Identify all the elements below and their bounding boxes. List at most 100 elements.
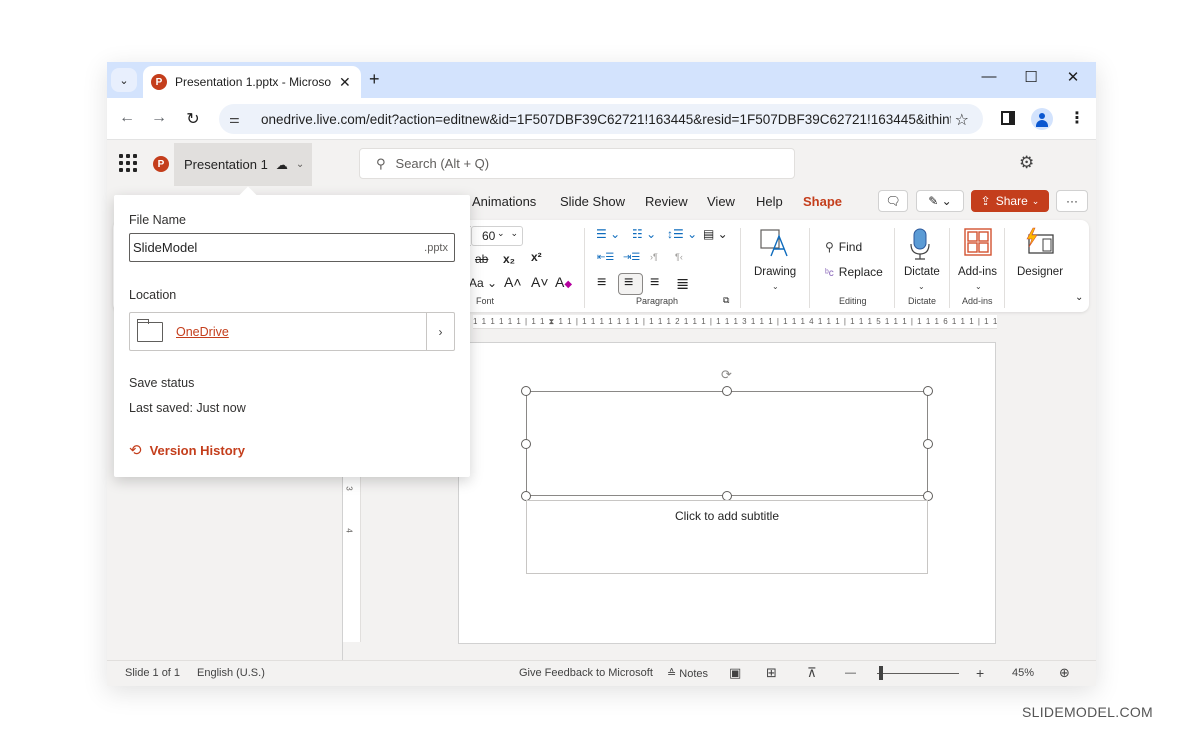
resize-handle[interactable] [722, 386, 732, 396]
share-icon: ⇪ [980, 194, 991, 208]
collapse-ribbon-icon[interactable]: ⌄ [1075, 292, 1083, 303]
zoom-out-button[interactable]: — [845, 667, 856, 679]
paragraph-launcher-icon[interactable]: ⧉ [723, 295, 729, 306]
more-options-button[interactable]: ··· [1056, 190, 1088, 212]
resize-handle[interactable] [521, 386, 531, 396]
reading-view-button[interactable]: ⊼ [807, 665, 817, 681]
increase-indent-button[interactable]: ⇥☰ [623, 252, 640, 263]
last-saved-text: Last saved: Just now [129, 401, 246, 415]
site-info-icon[interactable]: ⚌ [229, 112, 249, 126]
superscript-button[interactable]: x² [531, 250, 542, 264]
file-name-input[interactable]: SlideModel .pptx [129, 233, 455, 262]
side-panel-icon[interactable] [1001, 111, 1015, 125]
zoom-slider-track[interactable] [877, 673, 959, 674]
document-title-button[interactable]: Presentation 1 ☁ ⌄ [174, 143, 312, 186]
addins-label: Add-ins [958, 266, 997, 278]
zoom-slider-thumb[interactable] [879, 666, 884, 680]
drawing-icon [760, 229, 788, 257]
clear-formatting-button[interactable]: A◆ [555, 274, 572, 290]
onedrive-link[interactable]: OneDrive [176, 325, 426, 339]
resize-handle[interactable] [521, 439, 531, 449]
justify-button[interactable]: ≣ [676, 274, 689, 294]
line-spacing-button[interactable]: ↕☰ ⌄ [667, 227, 697, 241]
tab-slide-show[interactable]: Slide Show [560, 194, 625, 209]
tab-view[interactable]: View [707, 194, 735, 209]
file-extension: .pptx [424, 241, 448, 254]
forward-button[interactable]: → [149, 109, 169, 127]
align-left-button[interactable]: ≡ [597, 274, 606, 292]
subscript-button[interactable]: x₂ [503, 252, 515, 266]
tab-shape[interactable]: Shape [803, 194, 842, 209]
bullets-button[interactable]: ☰ ⌄ [596, 227, 620, 241]
zoom-in-button[interactable]: + [976, 665, 984, 681]
address-bar[interactable]: ⚌ onedrive.live.com/edit?action=editnew&… [219, 104, 983, 134]
ltr-button[interactable]: ›¶ [650, 252, 658, 262]
comments-button[interactable]: 🗨 [878, 190, 908, 212]
clear-formatting-icon: A [555, 274, 565, 290]
folder-icon [137, 318, 163, 342]
slide-sorter-button[interactable]: ⊞ [766, 665, 777, 681]
feedback-button[interactable]: Give Feedback to Microsoft [519, 667, 653, 679]
chevron-down-icon: ⌄ [119, 74, 129, 87]
browser-menu-icon[interactable]: ⋮ [1069, 108, 1085, 128]
bookmark-star-icon[interactable]: ☆ [955, 110, 969, 130]
drawing-label: Drawing [754, 266, 797, 278]
find-button[interactable]: ⚲ Find [825, 240, 862, 254]
horizontal-ruler[interactable]: 1 1 1 1 1 1 | 1 1 ⧗ 1 1 | 1 1 1 1 1 1 1 … [473, 315, 997, 329]
file-name-label: File Name [129, 213, 186, 227]
align-center-button[interactable]: ≡ [624, 274, 633, 292]
chevron-right-icon[interactable]: › [426, 313, 454, 350]
location-picker[interactable]: OneDrive › [129, 312, 455, 351]
tab-help[interactable]: Help [756, 194, 783, 209]
reload-button[interactable]: ↻ [183, 109, 203, 129]
numbering-button[interactable]: ☷ ⌄ [632, 227, 656, 241]
normal-view-button[interactable]: ▣ [729, 665, 741, 681]
version-history-link[interactable]: ⟲ Version History [129, 441, 245, 459]
font-size-dropdown[interactable]: 60 ⌄ [471, 226, 523, 246]
paragraph-group-label: Paragraph [636, 296, 679, 306]
editing-group-label: Editing [839, 296, 867, 306]
cloud-saved-icon: ☁ [275, 157, 288, 172]
text-direction-button[interactable]: ▤ ⌄ [703, 227, 728, 241]
tab-animations[interactable]: Animations [472, 194, 536, 209]
url-text[interactable]: onedrive.live.com/edit?action=editnew&id… [261, 112, 951, 127]
browser-title-bar: ⌄ P Presentation 1.pptx - Microsoft ✕ + … [107, 62, 1096, 98]
decrease-indent-button[interactable]: ⇤☰ [597, 252, 614, 263]
subtitle-placeholder[interactable]: Click to add subtitle [526, 500, 928, 574]
close-window-button[interactable]: ✕ [1061, 68, 1085, 86]
tab-search-button[interactable]: ⌄ [111, 68, 137, 92]
shrink-font-button[interactable]: A˅ [531, 274, 549, 290]
resize-handle[interactable] [923, 439, 933, 449]
share-button[interactable]: ⇪ Share ⌄ [971, 190, 1049, 212]
rotate-handle-icon[interactable]: ⟳ [721, 367, 732, 383]
office-header: P Presentation 1 ☁ ⌄ ⚲ Search (Alt + Q) … [107, 140, 1096, 188]
align-right-button[interactable]: ≡ [650, 274, 659, 292]
app-launcher-icon[interactable] [119, 154, 137, 172]
search-input[interactable]: ⚲ Search (Alt + Q) [359, 148, 795, 179]
resize-handle[interactable] [923, 386, 933, 396]
microphone-icon [910, 228, 930, 260]
language-button[interactable]: English (U.S.) [197, 667, 265, 679]
zoom-level[interactable]: 45% [1012, 667, 1034, 679]
notes-button[interactable]: ≙ Notes [667, 667, 708, 680]
close-tab-icon[interactable]: ✕ [339, 74, 351, 91]
rtl-button[interactable]: ¶‹ [675, 252, 683, 262]
tab-review[interactable]: Review [645, 194, 688, 209]
minimize-button[interactable]: — [977, 68, 1001, 85]
change-case-button[interactable]: Aa ⌄ [469, 276, 497, 290]
file-info-flyout: File Name SlideModel .pptx Location OneD… [114, 186, 470, 477]
slide-canvas[interactable]: ⟳ Click to add subtitle [458, 342, 996, 644]
version-history-label: Version History [149, 442, 245, 458]
fit-to-window-icon[interactable]: ⊕ [1059, 665, 1070, 681]
new-tab-button[interactable]: + [369, 69, 380, 90]
back-button[interactable]: ← [117, 109, 137, 127]
grow-font-button[interactable]: A˄ [504, 274, 522, 290]
maximize-button[interactable]: ☐ [1019, 68, 1043, 86]
replace-button[interactable]: ᵇc Replace [825, 265, 883, 279]
profile-avatar[interactable] [1031, 108, 1053, 130]
editing-mode-button[interactable]: ✎ ⌄ [916, 190, 964, 212]
settings-gear-icon[interactable]: ⚙ [1019, 153, 1034, 173]
browser-tab[interactable]: P Presentation 1.pptx - Microsoft ✕ [143, 66, 361, 98]
title-placeholder[interactable] [526, 391, 928, 496]
strikethrough-button[interactable]: ab [475, 252, 488, 266]
